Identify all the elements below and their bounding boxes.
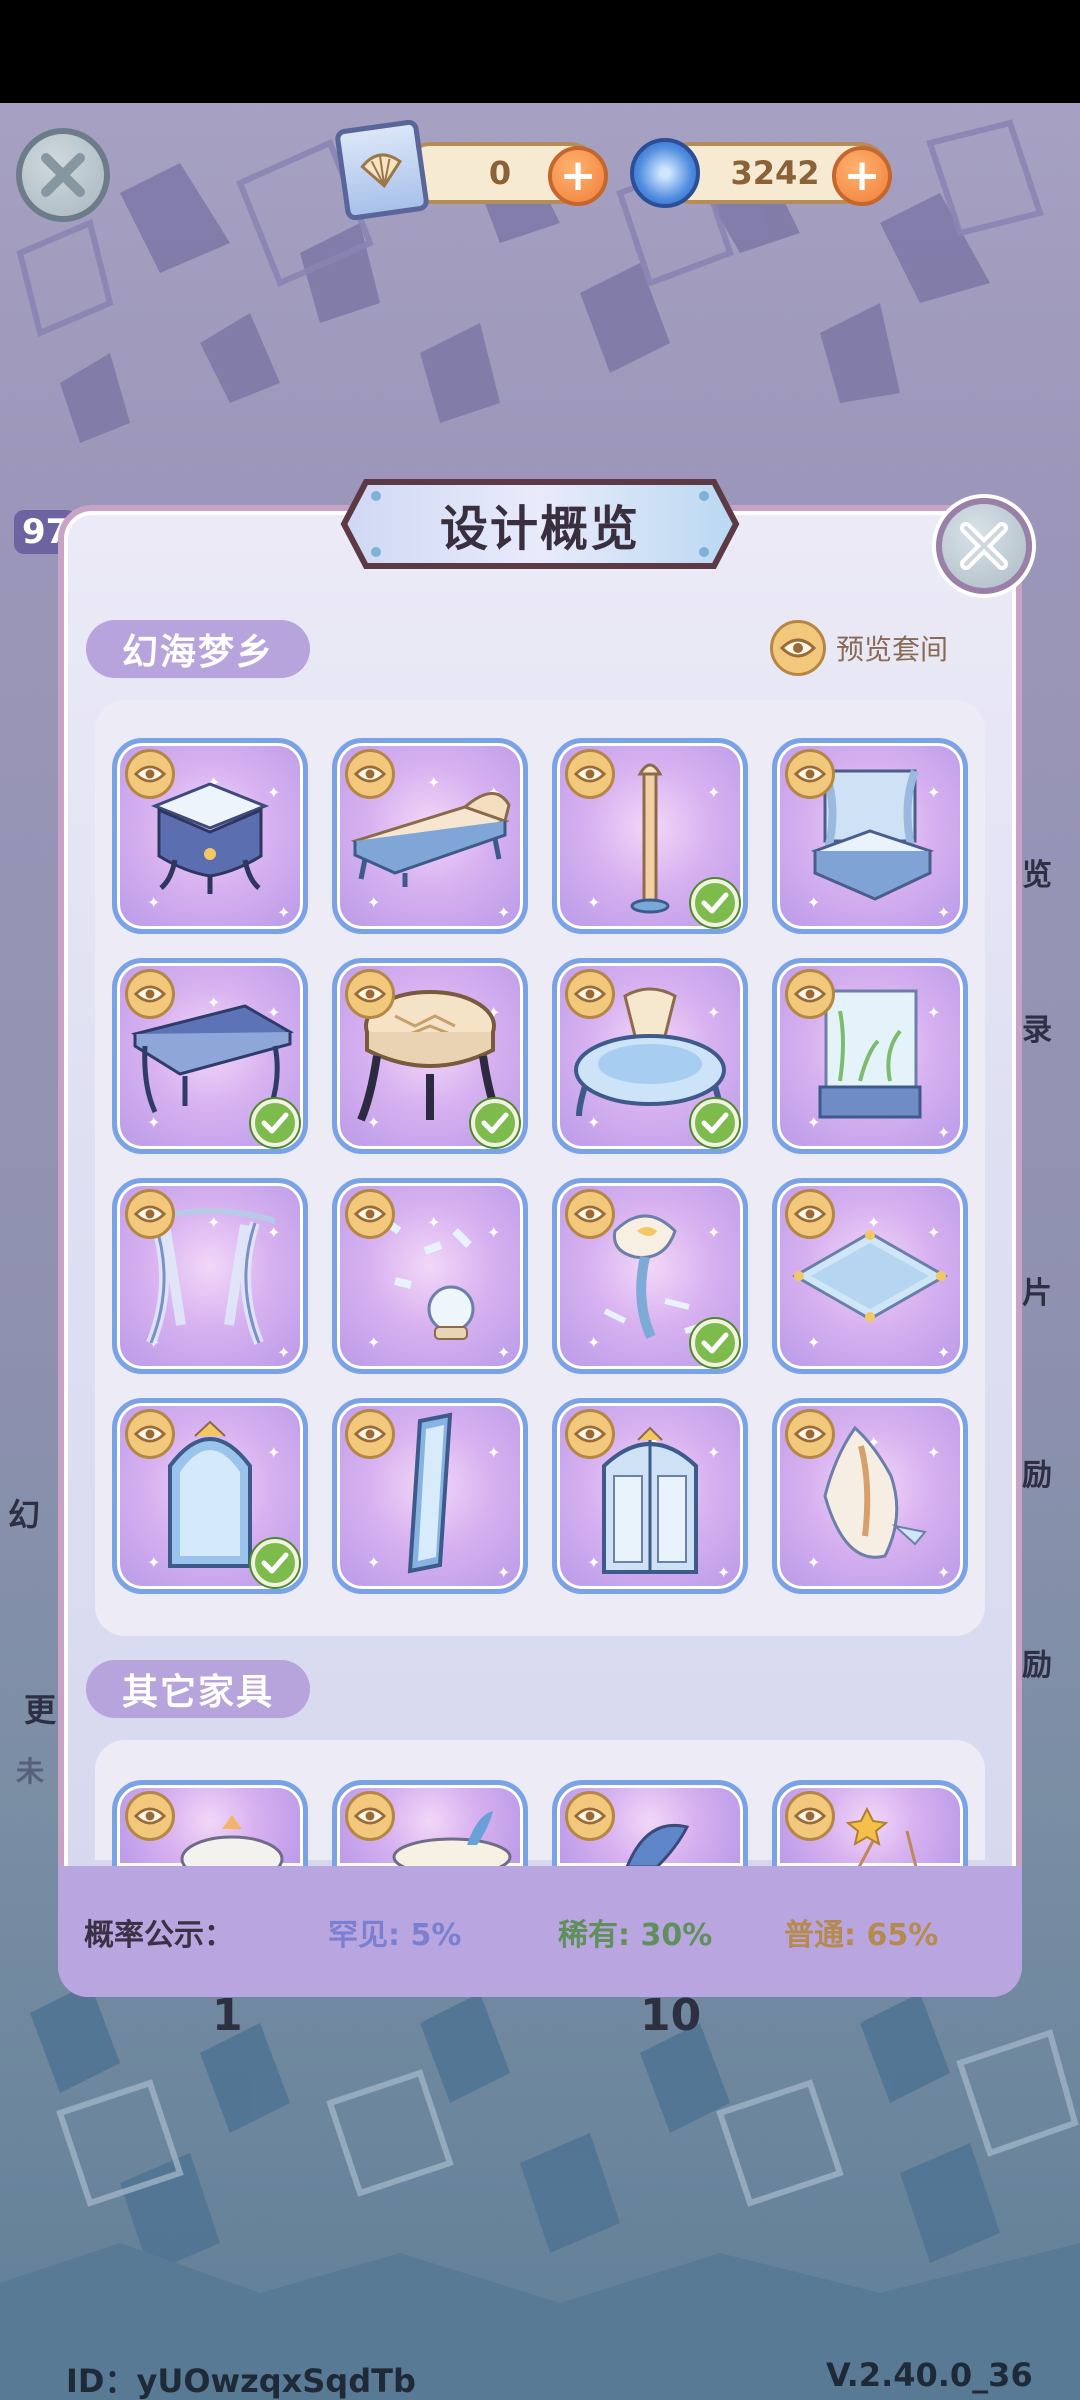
close-icon xyxy=(41,153,85,197)
other-item-1[interactable] xyxy=(112,1780,308,1871)
version-label: V.2.40.0_36 xyxy=(826,2356,1033,2394)
furniture-item-shell-bathtub[interactable]: ✦✦✦✦ xyxy=(552,958,748,1154)
swirl-count: 3242 xyxy=(730,154,820,192)
probability-common: 普通: 65% xyxy=(784,1917,939,1953)
section-title-suite: 幻海梦乡 xyxy=(86,620,311,678)
probability-label: 概率公示： xyxy=(84,1917,234,1953)
owned-check-icon xyxy=(471,1099,519,1147)
furniture-item-aquarium-cabinet[interactable]: ✦✦✦✦ xyxy=(772,958,968,1154)
eye-icon[interactable] xyxy=(565,969,615,1019)
section-title-other: 其它家具 xyxy=(86,1660,311,1718)
furniture-item-curtain[interactable]: ✦ ✦ ✦ ✦ xyxy=(112,1178,308,1374)
behind-side-text-2: 录 xyxy=(1022,1013,1052,1048)
behind-side-text-5: 励 xyxy=(1022,1648,1052,1683)
furniture-item-double-door[interactable]: ✦✦✦✦ xyxy=(552,1398,748,1594)
furniture-item-vanity-cabinet[interactable]: ✦ ✦ ✦ ✦ xyxy=(112,738,308,934)
eye-icon[interactable] xyxy=(565,1189,615,1239)
owned-check-icon xyxy=(691,1099,739,1147)
eye-icon xyxy=(770,620,826,676)
furniture-item-conch-lamp[interactable]: ✦✦✦✦ xyxy=(552,1178,748,1374)
eye-icon[interactable] xyxy=(785,1409,835,1459)
eye-icon[interactable] xyxy=(345,749,395,799)
draw-once-count: 1 xyxy=(212,1990,243,2041)
behind-left-text-1: 幻 xyxy=(8,1496,41,1534)
furniture-item-chaise-lounge[interactable]: ✦✦✦✦ xyxy=(332,738,528,934)
panel-title: 设计概览 xyxy=(439,501,640,557)
player-id: ID：yUOwzqxSqdTb xyxy=(66,2362,416,2400)
behind-left-text-2: 更 xyxy=(24,1691,57,1729)
shell-coupon-icon xyxy=(334,118,430,222)
behind-side-text-1: 览 xyxy=(1022,858,1052,893)
eye-icon[interactable] xyxy=(785,749,835,799)
behind-left-text-3: 未 xyxy=(16,1755,45,1788)
furniture-item-canopy-bed[interactable]: ✦✦✦✦ xyxy=(772,738,968,934)
owned-check-icon xyxy=(251,1099,299,1147)
eye-icon[interactable] xyxy=(125,1409,175,1459)
eye-icon xyxy=(125,1791,175,1841)
probability-rare: 罕见: 5% xyxy=(328,1917,462,1953)
swirl-currency-icon xyxy=(630,138,700,208)
furniture-item-conch-sculpture[interactable]: ✦ ✦ ✦ ✦ xyxy=(772,1398,968,1594)
top-close-button[interactable] xyxy=(16,128,110,222)
other-item-4[interactable] xyxy=(772,1780,968,1871)
eye-icon[interactable] xyxy=(785,969,835,1019)
coupon-count: 0 xyxy=(488,154,512,192)
eye-icon[interactable] xyxy=(345,1189,395,1239)
furniture-item-glass-rug[interactable]: ✦ ✦ ✦ ✦ xyxy=(772,1178,968,1374)
close-icon xyxy=(960,522,1008,570)
other-item-2[interactable] xyxy=(332,1780,528,1871)
preview-suite-label: 预览套间 xyxy=(836,633,949,666)
furniture-item-floor-lamp[interactable]: ✦✦✦✦ xyxy=(552,738,748,934)
add-coupon-button[interactable]: + xyxy=(548,146,608,206)
eye-icon[interactable] xyxy=(125,969,175,1019)
eye-icon[interactable] xyxy=(125,1189,175,1239)
other-item-3[interactable] xyxy=(552,1780,748,1869)
owned-check-icon xyxy=(251,1539,299,1587)
add-swirl-button[interactable]: + xyxy=(832,146,892,206)
furniture-item-snow-globe[interactable]: ✦ ✦ ✦ ✦ xyxy=(332,1178,528,1374)
eye-icon[interactable] xyxy=(785,1189,835,1239)
furniture-item-writing-desk[interactable]: ✦✦✦✦ xyxy=(112,958,308,1154)
behind-side-text-3: 片 xyxy=(1022,1276,1052,1311)
furniture-item-tall-mirror[interactable]: ✦✦✦✦ xyxy=(332,1398,528,1594)
eye-icon[interactable] xyxy=(345,1409,395,1459)
panel-close-button[interactable] xyxy=(936,498,1032,594)
eye-icon[interactable] xyxy=(125,749,175,799)
owned-check-icon xyxy=(691,879,739,927)
panel-title-plate: 设计概览 xyxy=(340,478,740,570)
eye-icon[interactable] xyxy=(565,749,615,799)
furniture-item-tufted-stool[interactable]: ✦✦✦✦ xyxy=(332,958,528,1154)
preview-suite-button[interactable]: 预览套间 xyxy=(770,618,948,678)
owned-check-icon xyxy=(691,1319,739,1367)
eye-icon[interactable] xyxy=(345,969,395,1019)
furniture-item-arched-mirror[interactable]: ✦✦✦✦ xyxy=(112,1398,308,1594)
draw-ten-count: 10 xyxy=(640,1990,702,2041)
status-bar xyxy=(0,0,1080,103)
eye-icon[interactable] xyxy=(565,1409,615,1459)
probability-uncommon: 稀有: 30% xyxy=(558,1917,713,1953)
behind-side-text-4: 励 xyxy=(1022,1458,1052,1493)
probability-bar: 概率公示： 罕见: 5% 稀有: 30% 普通: 65% xyxy=(58,1866,1022,1997)
